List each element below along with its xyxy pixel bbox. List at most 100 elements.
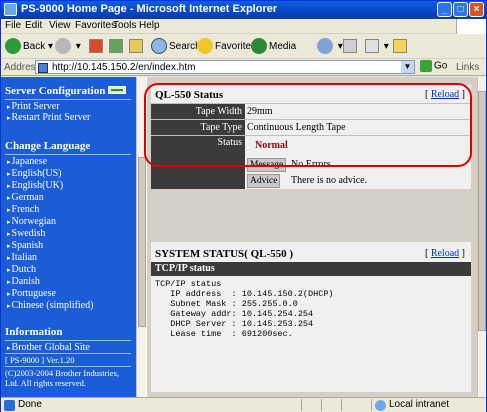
history-button[interactable]: ▾ <box>317 38 343 56</box>
refresh-button[interactable] <box>109 38 125 56</box>
advice-row: Advice There is no advice. <box>151 173 471 189</box>
edit-button[interactable]: ▾ <box>365 38 389 56</box>
copyright-text: (C)2003-2004 Brother Industries, Ltd. Al… <box>5 368 120 388</box>
sidebar-item-portuguese[interactable]: Portuguese <box>7 288 56 299</box>
favorites-button[interactable]: Favorites <box>197 38 256 56</box>
status-value: Normal <box>255 140 288 151</box>
menu-file[interactable]: File <box>5 20 21 31</box>
ip-address-line: IP address : 10.145.150.2(DHCP) <box>155 289 334 299</box>
advice-value: There is no advice. <box>291 175 368 186</box>
links-toolbar[interactable]: Links <box>456 62 479 73</box>
tape-width-label: Tape Width <box>151 104 245 120</box>
sidebar-item-chinese-simplified[interactable]: Chinese (simplified) <box>7 300 94 311</box>
status-cell <box>321 399 322 411</box>
media-button[interactable]: Media <box>251 38 296 56</box>
status-panel-title: QL-550 Status <box>155 89 224 101</box>
search-button[interactable]: Search <box>151 38 201 56</box>
stop-button[interactable] <box>89 38 105 56</box>
go-arrow-icon <box>420 60 432 72</box>
home-button[interactable] <box>129 38 145 56</box>
version-text: [ PS-9000 ] Ver.1.20 <box>5 355 75 365</box>
sidebar-scroll-thumb[interactable] <box>138 157 146 327</box>
reload-link[interactable]: [ Reload ] <box>425 89 465 100</box>
sidebar-item-swedish[interactable]: Swedish <box>7 228 46 239</box>
standard-toolbar: Back ▾ ▾ Search Favorites Media ▾ ▾ <box>1 35 486 59</box>
status-label: Status <box>151 136 245 158</box>
forward-arrow-icon <box>55 38 71 55</box>
minimize-button[interactable]: _ <box>437 2 452 17</box>
menu-tools[interactable]: Tools <box>113 20 136 31</box>
address-dropdown-icon[interactable]: ▼ <box>401 61 414 73</box>
system-reload-link[interactable]: [ Reload ] <box>425 248 465 259</box>
security-zone-text: Local intranet <box>389 399 450 410</box>
back-button[interactable]: Back ▾ <box>5 38 53 56</box>
sidebar-scrollbar[interactable] <box>136 77 146 397</box>
close-button[interactable]: × <box>469 2 484 17</box>
sidebar-item-danish[interactable]: Danish <box>7 276 40 287</box>
message-value: No Errors. <box>291 159 334 170</box>
address-bar: Address http://10.145.150.2/en/index.htm… <box>1 59 486 76</box>
sidebar-item-norwegian[interactable]: Norwegian <box>7 216 56 227</box>
tcpip-line: TCP/IP status <box>155 279 222 289</box>
edit-icon <box>365 39 379 54</box>
sidebar-item-english-us[interactable]: English(US) <box>7 168 62 179</box>
forward-button[interactable]: ▾ <box>55 38 81 56</box>
history-icon <box>317 38 333 55</box>
browser-window: PS-9000 Home Page - Microsoft Internet E… <box>0 0 487 412</box>
system-status-panel: SYSTEM STATUS( QL-550 ) [ Reload ] TCP/I… <box>151 242 471 392</box>
sidebar-item-italian[interactable]: Italian <box>7 252 38 263</box>
sidebar-item-japanese[interactable]: Japanese <box>7 156 48 167</box>
windows-logo-icon <box>456 19 486 34</box>
page-scrollbar[interactable] <box>477 77 486 397</box>
print-icon <box>343 39 357 54</box>
sidebar-item-french[interactable]: French <box>7 204 40 215</box>
sidebar-item-english-uk[interactable]: English(UK) <box>7 180 64 191</box>
main-frame: QL-550 Status [ Reload ] Tape Width 29mm… <box>147 77 477 397</box>
tape-type-value: Continuous Length Tape <box>247 122 346 133</box>
dhcp-server-line: DHCP Server : 10.145.253.254 <box>155 319 314 329</box>
address-input[interactable]: http://10.145.150.2/en/index.htm ▼ <box>35 60 415 74</box>
media-icon <box>251 38 267 55</box>
window-title: PS-9000 Home Page - Microsoft Internet E… <box>21 3 278 15</box>
lease-time-line: Lease time : 691200sec. <box>155 329 293 339</box>
divider <box>5 99 131 100</box>
print-button[interactable] <box>343 38 359 56</box>
sidebar-item-spanish[interactable]: Spanish <box>7 240 44 251</box>
divider <box>5 154 131 155</box>
page-scroll-thumb[interactable] <box>478 91 486 331</box>
system-reload-link-text[interactable]: Reload <box>431 248 459 259</box>
menu-edit[interactable]: Edit <box>25 20 42 31</box>
menu-view[interactable]: View <box>49 20 71 31</box>
stop-icon <box>89 39 103 54</box>
discuss-button[interactable] <box>393 38 409 56</box>
system-status-title: SYSTEM STATUS( QL-550 ) <box>155 248 294 260</box>
sidebar-item-dutch[interactable]: Dutch <box>7 264 36 275</box>
sidebar: Server Configuration ▬▬ Print Server Res… <box>1 77 136 397</box>
page-icon <box>38 63 48 73</box>
sidebar-item-print-server[interactable]: Print Server <box>7 101 60 112</box>
intranet-zone-icon <box>375 400 386 411</box>
back-arrow-icon <box>5 38 21 55</box>
menu-bar: File Edit View Favorites Tools Help <box>1 19 486 34</box>
sidebar-item-german[interactable]: German <box>7 192 44 203</box>
status-panel-header: QL-550 Status [ Reload ] <box>151 85 471 103</box>
printer-status-panel: QL-550 Status [ Reload ] Tape Width 29mm… <box>151 85 471 189</box>
home-icon <box>129 39 143 54</box>
menu-favorites[interactable]: Favorites <box>75 20 116 31</box>
row-shade <box>151 157 245 173</box>
sidebar-item-restart-print-server[interactable]: Restart Print Server <box>7 112 91 123</box>
status-cell <box>371 399 372 411</box>
server-configuration-heading: Server Configuration <box>5 85 106 97</box>
ie-app-icon <box>4 3 17 16</box>
favorites-star-icon <box>197 38 213 55</box>
status-cell <box>341 399 342 411</box>
tcpip-section-bar: TCP/IP status <box>151 262 471 276</box>
menu-help[interactable]: Help <box>139 20 160 31</box>
status-done-text: Done <box>18 399 42 410</box>
maximize-button[interactable]: □ <box>453 2 468 17</box>
sidebar-item-brother-global-site[interactable]: Brother Global Site <box>7 342 90 353</box>
refresh-icon <box>109 39 123 54</box>
reload-link-text[interactable]: Reload <box>431 89 459 100</box>
go-button[interactable]: Go <box>420 60 447 72</box>
message-key: Message <box>247 158 287 172</box>
